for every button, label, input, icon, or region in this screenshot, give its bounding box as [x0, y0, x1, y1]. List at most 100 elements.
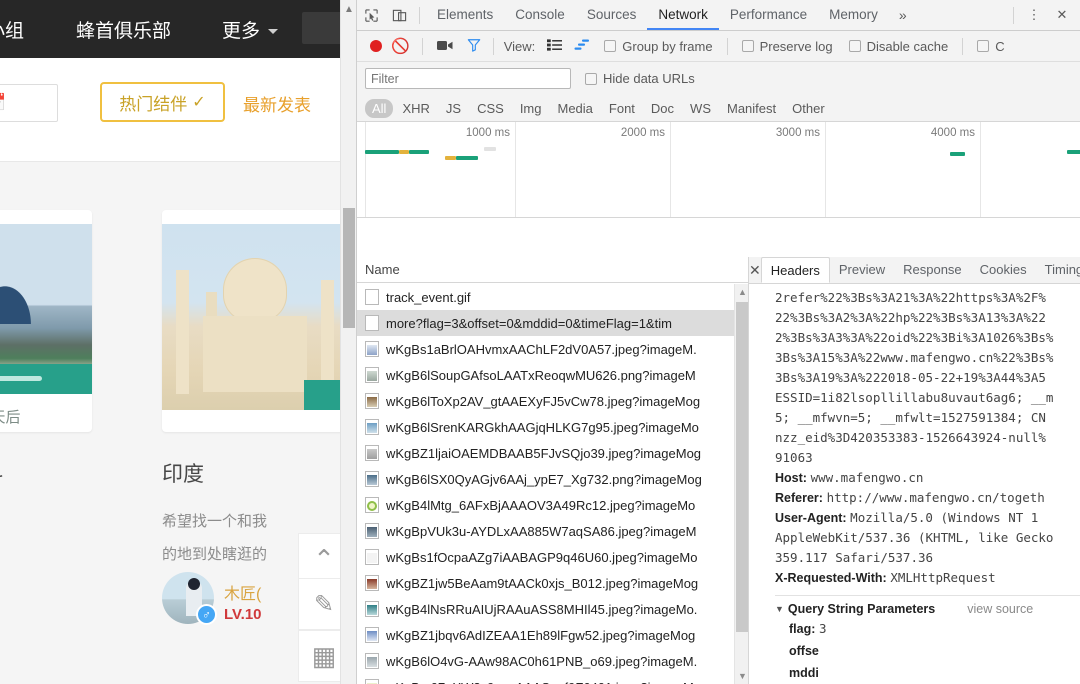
hide-data-urls-checkbox[interactable]: Hide data URLs — [585, 71, 695, 86]
image-icon — [365, 367, 379, 383]
tab-memory[interactable]: Memory — [818, 0, 889, 30]
request-name: wKgB6lSrenKARGkhAAGjqHLKG7g95.jpeg?image… — [386, 419, 699, 435]
funnel-icon[interactable] — [467, 38, 481, 55]
request-row[interactable]: wKgBs1aBrlOAHvmxAAChLF2dV0A57.jpeg?image… — [357, 336, 748, 362]
pencil-icon: ✎ — [313, 590, 335, 618]
query-param-key: offse — [789, 644, 819, 658]
group-by-frame-checkbox[interactable]: Group by frame — [604, 39, 713, 54]
close-icon[interactable]: ✕ — [1048, 2, 1076, 28]
request-list-scrollbar[interactable]: ▲ ▼ — [734, 284, 748, 684]
request-row[interactable]: wKgB6lSoupGAfsoLAATxReoqwMU626.png?image… — [357, 362, 748, 388]
preserve-log-checkbox[interactable]: Preserve log — [741, 39, 833, 54]
chevron-up-icon: ⌃ — [313, 544, 335, 574]
type-filter-ws[interactable]: WS — [683, 99, 718, 118]
query-string-section-header[interactable]: ▼ Query String Parameters view source — [775, 595, 1080, 618]
page-scrollbar-thumb[interactable] — [343, 208, 355, 328]
type-filter-all[interactable]: All — [365, 98, 394, 118]
type-filter-other[interactable]: Other — [785, 99, 832, 118]
tab-performance[interactable]: Performance — [719, 0, 818, 30]
cookie-line: 22%3Bs%3A2%3A%22hp%22%3Bs%3A13%3A%22 — [775, 310, 1046, 325]
request-row[interactable]: wKgBs1fOcpaAZg7iAABAGP9q46U60.jpeg?image… — [357, 544, 748, 570]
kebab-menu-icon[interactable]: ⋮ — [1020, 2, 1048, 28]
type-filter-media[interactable]: Media — [550, 99, 599, 118]
post-author-level: LV.10 — [224, 606, 262, 623]
request-row[interactable]: track_event.gif — [357, 284, 748, 310]
tab-network[interactable]: Network — [647, 0, 719, 30]
request-row[interactable]: wKgBZ1jw5BeAam9tAACk0xjs_B012.jpeg?image… — [357, 570, 748, 596]
tab-newest-posts[interactable]: 最新发表 — [243, 91, 311, 116]
view-source-link[interactable]: view source — [967, 602, 1033, 616]
offline-checkbox[interactable]: C — [977, 38, 1005, 54]
request-row[interactable]: wKgBZ1ljaiOAEMDBAAB5FJvSQjo39.jpeg?image… — [357, 440, 748, 466]
header-value: www.mafengwo.cn — [810, 470, 924, 485]
post-card[interactable] — [162, 210, 348, 432]
request-row[interactable]: wKgB6lSX0QyAGjv6AAj_ypE7_Xg732.png?image… — [357, 466, 748, 492]
type-filter-xhr[interactable]: XHR — [395, 99, 436, 118]
request-row[interactable]: wKgB6lSrenKARGkhAAGjqHLKG7g95.jpeg?image… — [357, 414, 748, 440]
overview-request-bar — [365, 150, 399, 154]
tab-response[interactable]: Response — [894, 257, 971, 283]
request-row[interactable]: wKgBpVUk3u-AYDLxAA885W7aqSA86.jpeg?image… — [357, 518, 748, 544]
waterfall-view-icon[interactable] — [574, 39, 590, 54]
record-button[interactable] — [370, 40, 382, 52]
browser-page-viewport[interactable]: 小组 蜂首俱乐部 更多 📅 热门结伴 ✓ 最新发表 25天后 — [0, 0, 356, 684]
type-filter-css[interactable]: CSS — [470, 99, 511, 118]
tab-timing[interactable]: Timing — [1036, 257, 1080, 283]
header-key: X-Requested-With: — [775, 571, 887, 585]
request-list[interactable]: track_event.gif more?flag=3&offset=0&mdd… — [357, 284, 748, 684]
nav-item-group[interactable]: 小组 — [0, 16, 24, 43]
chevrons-right-icon[interactable]: » — [889, 7, 917, 23]
cookie-line: 3Bs%3A19%3A%222018-05-22+19%3A44%3A5 — [775, 370, 1046, 385]
request-row[interactable]: more?flag=3&offset=0&mddid=0&timeFlag=1&… — [357, 310, 748, 336]
camera-icon[interactable] — [436, 39, 453, 54]
headers-content[interactable]: 2refer%22%3Bs%3A21%3A%22https%3A%2F% 22%… — [749, 284, 1080, 684]
tab-console[interactable]: Console — [504, 0, 576, 30]
tab-hot-companions[interactable]: 热门结伴 ✓ — [100, 82, 225, 122]
request-list-scrollbar-thumb[interactable] — [736, 302, 748, 632]
page-scrollbar[interactable]: ▲ — [340, 0, 356, 684]
request-row[interactable]: wKgB6lToXp2AV_gtAAEXyFJ5vCw78.jpeg?image… — [357, 388, 748, 414]
tab-preview[interactable]: Preview — [830, 257, 894, 283]
filter-input[interactable] — [365, 68, 571, 89]
tab-cookies[interactable]: Cookies — [971, 257, 1036, 283]
network-overview-timeline[interactable]: 1000 ms 2000 ms 3000 ms 4000 ms — [357, 122, 1080, 218]
request-column-header[interactable]: Name — [357, 257, 748, 283]
type-filter-img[interactable]: Img — [513, 99, 549, 118]
nav-item-club[interactable]: 蜂首俱乐部 — [76, 16, 171, 43]
image-icon — [365, 601, 379, 617]
tab-elements[interactable]: Elements — [426, 0, 504, 30]
type-filter-manifest[interactable]: Manifest — [720, 99, 783, 118]
inspect-cursor-icon[interactable] — [357, 2, 385, 28]
chevron-down-icon — [268, 29, 278, 34]
nav-item-more[interactable]: 更多 — [222, 16, 260, 43]
list-view-icon[interactable] — [547, 38, 563, 54]
overview-request-bar — [445, 156, 456, 160]
post-card[interactable]: 25天后 — [0, 210, 92, 432]
overview-tick-label: 3000 ms — [775, 127, 820, 139]
calendar-icon[interactable]: 📅 — [0, 93, 6, 112]
type-filter-doc[interactable]: Doc — [644, 99, 681, 118]
offline-label: C — [995, 38, 1005, 54]
query-param-key: mddi — [789, 666, 819, 680]
date-range-input[interactable] — [0, 84, 58, 122]
request-row[interactable]: wKgBZ1jbqv6AdIZEAA1Eh89lFgw52.jpeg?image… — [357, 622, 748, 648]
qrcode-icon: ▦ — [311, 640, 337, 671]
request-row[interactable]: wKgB6lO4vG-AAw98AC0h61PNB_o69.jpeg?image… — [357, 648, 748, 674]
post-summary[interactable]: 莫斯科 票两张， 比亚一等 等 — [0, 458, 115, 597]
clear-icon[interactable]: 🚫 — [391, 37, 410, 55]
type-filter-js[interactable]: JS — [439, 99, 468, 118]
tab-headers[interactable]: Headers — [760, 257, 830, 283]
device-toolbar-icon[interactable] — [385, 2, 413, 28]
scroll-up-arrow-icon[interactable]: ▲ — [738, 287, 747, 297]
male-icon: ♂ — [196, 604, 217, 625]
close-icon[interactable]: ✕ — [749, 262, 761, 279]
tab-sources[interactable]: Sources — [576, 0, 648, 30]
post-author-name[interactable]: 木匠( — [224, 580, 261, 604]
request-row[interactable]: wKgBm07pXW2c9xuuAAASqpf9F6401.jpeg?image… — [357, 674, 748, 684]
type-filter-font[interactable]: Font — [602, 99, 642, 118]
request-row[interactable]: wKgB4lNsRRuAIUjRAAuASS8MHIl45.jpeg?image… — [357, 596, 748, 622]
request-row[interactable]: wKgB4lMtg_6AFxBjAAAOV3A49Rc12.jpeg?image… — [357, 492, 748, 518]
scroll-down-arrow-icon[interactable]: ▼ — [738, 671, 747, 681]
scroll-up-arrow-icon[interactable]: ▲ — [344, 4, 354, 15]
disable-cache-checkbox[interactable]: Disable cache — [848, 39, 948, 54]
